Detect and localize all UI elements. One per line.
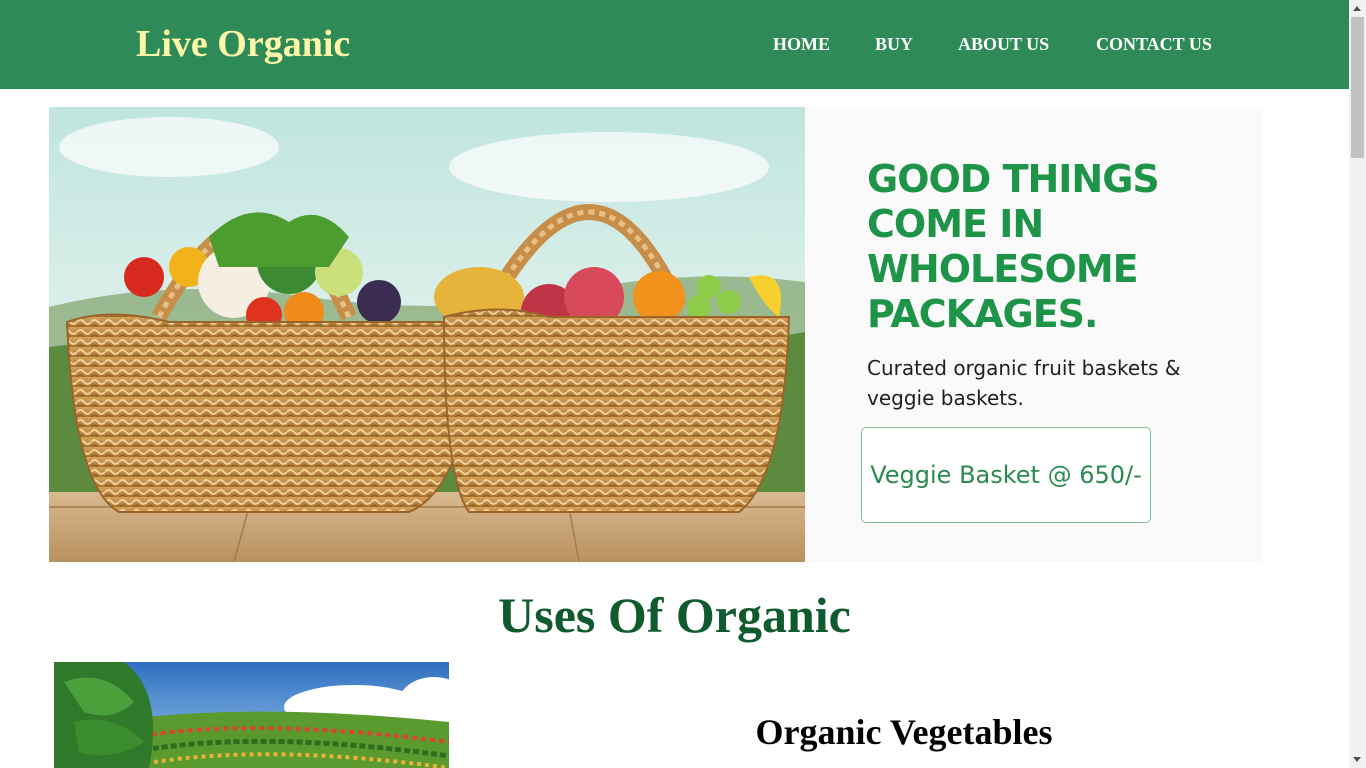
- hero-banner: GOOD THINGS COME IN WHOLESOME PACKAGES. …: [49, 107, 1263, 562]
- scroll-thumb[interactable]: [1351, 17, 1364, 158]
- banner-subline: Curated organic fruit baskets & veggie b…: [867, 356, 1181, 410]
- banner-headline: GOOD THINGS COME IN WHOLESOME PACKAGES.: [867, 157, 1160, 336]
- brand-logo[interactable]: Live Organic: [136, 22, 350, 66]
- scroll-down-arrow-icon[interactable]: [1353, 757, 1361, 762]
- nav-home[interactable]: HOME: [773, 33, 830, 55]
- nav-buy[interactable]: BUY: [875, 33, 913, 55]
- organic-vegetables-title: Organic Vegetables: [755, 712, 1053, 752]
- baskets-image: [49, 107, 805, 562]
- veggie-basket-button[interactable]: Veggie Basket @ 650/-: [861, 427, 1151, 523]
- nav-contact-us[interactable]: CONTACT US: [1096, 33, 1212, 55]
- nav-about-us[interactable]: ABOUT US: [958, 33, 1049, 55]
- navbar: Live Organic HOME BUY ABOUT US CONTACT U…: [0, 0, 1349, 89]
- organic-vegetables-image: [54, 662, 449, 768]
- section-title: Uses Of Organic: [498, 587, 851, 643]
- scroll-up-arrow-icon[interactable]: [1353, 6, 1361, 11]
- farm-image: [54, 662, 449, 768]
